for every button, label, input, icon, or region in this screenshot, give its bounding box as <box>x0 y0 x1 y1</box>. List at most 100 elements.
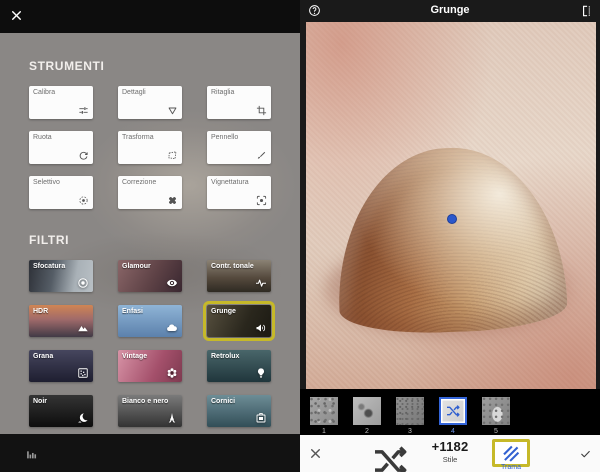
shuffle-icon <box>441 399 465 423</box>
texture-number: 1 <box>322 428 326 435</box>
tool-vignettatura[interactable]: Vignettatura <box>207 176 271 209</box>
tool-dettagli[interactable]: Dettagli <box>118 86 182 119</box>
filter-vintage[interactable]: Vintage <box>118 350 182 382</box>
tool-label: Dettagli <box>122 89 146 96</box>
filter-label: Cornici <box>211 398 235 405</box>
filter-label: Vintage <box>122 353 147 360</box>
filters-header: FILTRI <box>29 233 300 247</box>
tool-label: Calibra <box>33 89 55 96</box>
style-label: Stile <box>428 455 472 464</box>
crop-icon <box>256 105 267 116</box>
snapseed-app: STRUMENTI Calibra Dettagli Ritaglia Ruota Tr… <box>0 0 600 472</box>
tool-label: Vignettatura <box>211 179 249 186</box>
tool-calibra[interactable]: Calibra <box>29 86 93 119</box>
tools-grid: Calibra Dettagli Ritaglia Ruota Trasforma Pen… <box>29 86 300 209</box>
filter-label: Retrolux <box>211 353 239 360</box>
texture-thumb-4[interactable]: 4 <box>439 397 467 435</box>
texture-thumbnail <box>396 397 424 425</box>
grain-icon <box>77 367 89 379</box>
filter-label: Glamour <box>122 263 151 270</box>
tool-ruota[interactable]: Ruota <box>29 131 93 164</box>
texture-number: 2 <box>365 428 369 435</box>
selective-icon <box>78 195 89 206</box>
tower-icon <box>166 412 178 424</box>
style-value: +1182 <box>428 439 472 454</box>
texture-strip: 1 2 3 4 5 <box>300 389 600 435</box>
cancel-icon[interactable] <box>309 447 322 460</box>
lens-blur-icon <box>77 277 89 289</box>
tool-label: Ruota <box>33 134 52 141</box>
editor-title: Grunge <box>300 4 600 16</box>
tool-label: Correzione <box>122 179 156 186</box>
filter-grunge[interactable]: Grunge <box>207 305 271 337</box>
editor-bottom-bar: Casuale +1182 Stile Trama <box>300 435 600 472</box>
moon-icon <box>77 412 89 424</box>
tool-ritaglia[interactable]: Ritaglia <box>207 86 271 119</box>
filter-noir[interactable]: Noir <box>29 395 93 427</box>
tune-icon <box>78 105 89 116</box>
mountains-icon <box>77 322 89 334</box>
eye-icon <box>166 277 178 289</box>
texture-thumbnail <box>310 397 338 425</box>
transform-icon <box>167 150 178 161</box>
left-top-bar <box>0 0 300 33</box>
filter-label: Enfasi <box>122 308 143 315</box>
texture-thumb-5[interactable]: 5 <box>482 397 510 435</box>
texture-thumb-3[interactable]: 3 <box>396 397 424 435</box>
texture-thumb-1[interactable]: 1 <box>310 397 338 435</box>
rotate-icon <box>78 150 89 161</box>
filter-label: Contr. tonale <box>211 263 254 270</box>
filter-bianco-e-nero[interactable]: Bianco e nero <box>118 395 182 427</box>
texture-stripes-icon <box>495 443 527 464</box>
seashell-image <box>334 144 568 336</box>
grunge-editor-panel: Grunge 1 2 3 4 5 Casuale +1182 Stile Trama <box>300 0 600 472</box>
photo-preview[interactable] <box>306 22 596 389</box>
tools-header: STRUMENTI <box>29 59 300 73</box>
shuffle-button[interactable]: Casuale <box>370 441 410 472</box>
filter-label: Bianco e nero <box>122 398 168 405</box>
filter-contr-tonale[interactable]: Contr. tonale <box>207 260 271 292</box>
filter-label: Sfocatura <box>33 263 65 270</box>
megaphone-icon <box>255 322 267 334</box>
texture-thumbnail <box>353 397 381 425</box>
filter-enfasi[interactable]: Enfasi <box>118 305 182 337</box>
texture-thumbnail <box>482 397 510 425</box>
tool-label: Pennello <box>211 134 238 141</box>
tool-label: Ritaglia <box>211 89 234 96</box>
style-value-control[interactable]: +1182 Stile <box>428 439 472 464</box>
histogram-icon <box>24 447 40 460</box>
filter-retrolux[interactable]: Retrolux <box>207 350 271 382</box>
texture-button[interactable]: Trama <box>492 439 530 467</box>
close-icon[interactable] <box>10 9 23 22</box>
filter-label: Grunge <box>211 308 236 315</box>
shuffle-icon <box>370 441 410 472</box>
control-point[interactable] <box>447 214 457 224</box>
panel-content: STRUMENTI Calibra Dettagli Ritaglia Ruota Tr… <box>0 33 300 427</box>
filter-glamour[interactable]: Glamour <box>118 260 182 292</box>
texture-thumbnail <box>439 397 467 425</box>
details-icon <box>167 105 178 116</box>
tool-trasforma[interactable]: Trasforma <box>118 131 182 164</box>
healing-icon <box>167 195 178 206</box>
confirm-icon[interactable] <box>578 448 593 460</box>
filters-grid: Sfocatura Glamour Contr. tonale HDR Enfasi Gr… <box>29 260 300 427</box>
texture-thumb-2[interactable]: 2 <box>353 397 381 435</box>
editor-top-bar: Grunge <box>300 0 600 22</box>
tool-correzione[interactable]: Correzione <box>118 176 182 209</box>
texture-number: 4 <box>451 428 455 435</box>
flower-icon <box>166 367 178 379</box>
filter-sfocatura[interactable]: Sfocatura <box>29 260 93 292</box>
texture-number: 5 <box>494 428 498 435</box>
bulb-icon <box>255 367 267 379</box>
texture-number: 3 <box>408 428 412 435</box>
filter-grana[interactable]: Grana <box>29 350 93 382</box>
tool-label: Selettivo <box>33 179 60 186</box>
left-bottom-bar <box>0 434 300 472</box>
waveform-icon <box>255 277 267 289</box>
filter-hdr[interactable]: HDR <box>29 305 93 337</box>
tool-pennello[interactable]: Pennello <box>207 131 271 164</box>
compare-icon[interactable] <box>579 4 594 18</box>
tool-selettivo[interactable]: Selettivo <box>29 176 93 209</box>
vignette-icon <box>256 195 267 206</box>
filter-cornici[interactable]: Cornici <box>207 395 271 427</box>
